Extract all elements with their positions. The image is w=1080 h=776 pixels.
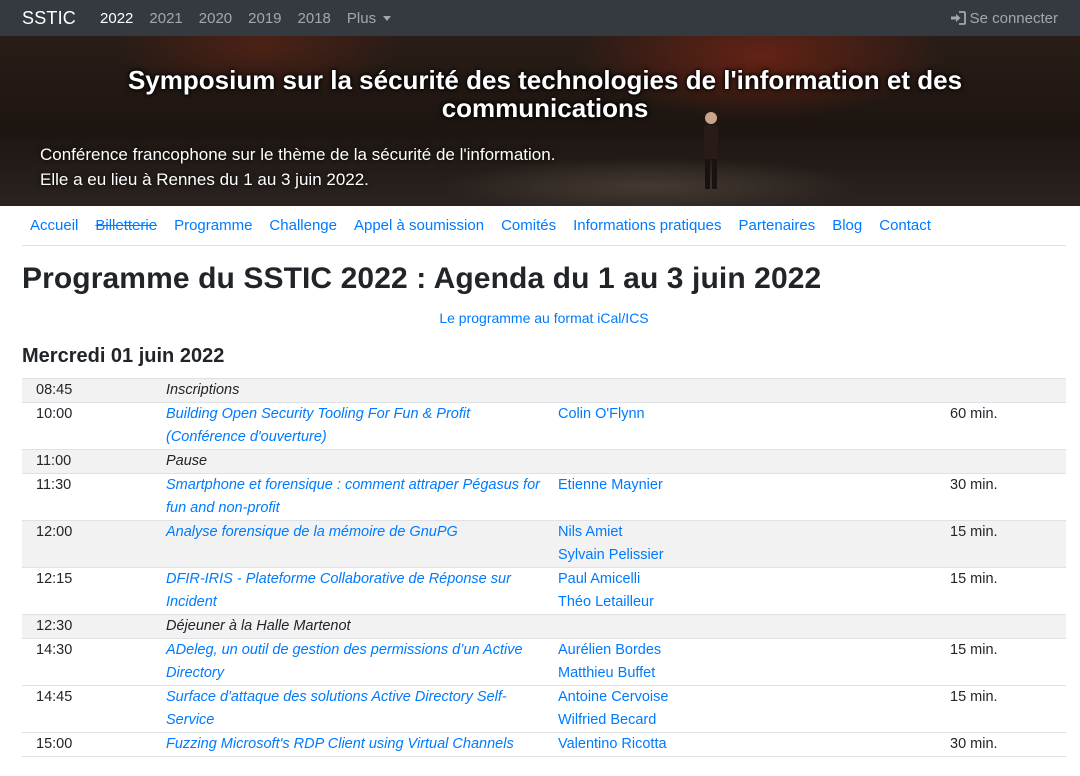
- session-title-link[interactable]: Fuzzing Microsoft's RDP Client using Vir…: [166, 733, 558, 756]
- speaker-link[interactable]: Etienne Maynier: [558, 474, 950, 497]
- nav-link-informations-pratiques[interactable]: Informations pratiques: [573, 217, 721, 234]
- table-row: 12:15 DFIR-IRIS - Plateforme Collaborati…: [22, 568, 1066, 615]
- ical-link-text[interactable]: Le programme au format iCal/ICS: [439, 310, 648, 326]
- speaker-link[interactable]: Antoine Cervoise: [558, 686, 950, 709]
- session-speakers: Paul Amicelli Théo Letailleur: [558, 568, 950, 614]
- session-duration: 30 min.: [950, 736, 998, 752]
- session-title: Pause: [166, 453, 208, 469]
- table-row: 11:00 Pause: [22, 450, 1066, 474]
- table-row: 14:45 Surface d'attaque des solutions Ac…: [22, 686, 1066, 733]
- session-title-link[interactable]: Smartphone et forensique : comment attra…: [166, 474, 558, 520]
- more-dropdown[interactable]: Plus: [346, 9, 392, 27]
- caret-down-icon: [383, 16, 392, 21]
- session-time: 11:00: [36, 453, 72, 469]
- speaker-link[interactable]: Paul Amicelli: [558, 568, 950, 591]
- hero-subtitle: Conférence francophone sur le thème de l…: [40, 142, 555, 192]
- speaker-silhouette: [704, 112, 718, 189]
- session-duration: 15 min.: [950, 571, 998, 587]
- table-row: 12:00 Analyse forensique de la mémoire d…: [22, 521, 1066, 568]
- nav-link-programme[interactable]: Programme: [174, 217, 252, 234]
- session-speakers: [558, 379, 950, 402]
- session-speakers: Aurélien Bordes Matthieu Buffet: [558, 639, 950, 685]
- session-time: 12:00: [36, 524, 73, 540]
- ical-link: Le programme au format iCal/ICS: [0, 310, 1080, 326]
- nav-link-appel-soumission[interactable]: Appel à soumission: [354, 217, 484, 234]
- session-time: 12:15: [36, 571, 73, 587]
- session-speakers: Antoine Cervoise Wilfried Becard: [558, 686, 950, 732]
- login-label: Se connecter: [969, 9, 1058, 27]
- hero-title: Symposium sur la sécurité des technologi…: [127, 65, 963, 123]
- session-title-link[interactable]: Surface d'attaque des solutions Active D…: [166, 686, 558, 732]
- nav-link-billetterie[interactable]: Billetterie: [95, 217, 157, 234]
- session-speakers: Etienne Maynier: [558, 474, 950, 520]
- session-speakers: Colin O'Flynn: [558, 403, 950, 449]
- speaker-link[interactable]: Nils Amiet: [558, 521, 950, 544]
- speaker-link[interactable]: Matthieu Buffet: [558, 662, 950, 685]
- year-link-2020[interactable]: 2020: [199, 10, 232, 27]
- section-nav: Accueil Billetterie Programme Challenge …: [22, 206, 1066, 246]
- table-row: 12:30 Déjeuner à la Halle Martenot: [22, 615, 1066, 639]
- session-speakers: Nils Amiet Sylvain Pelissier: [558, 521, 950, 567]
- top-navbar: SSTIC 2022 2021 2020 2019 2018 Plus Se c…: [0, 0, 1080, 36]
- session-duration: 15 min.: [950, 642, 998, 658]
- more-label: Plus: [346, 9, 377, 27]
- year-link-2021[interactable]: 2021: [149, 10, 182, 27]
- table-row: 14:30 ADeleg, un outil de gestion des pe…: [22, 639, 1066, 686]
- speaker-link[interactable]: Wilfried Becard: [558, 709, 950, 732]
- page-title: Programme du SSTIC 2022 : Agenda du 1 au…: [22, 262, 822, 295]
- table-row: 10:00 Building Open Security Tooling For…: [22, 403, 1066, 450]
- nav-link-contact[interactable]: Contact: [879, 217, 931, 234]
- session-time: 15:00: [36, 736, 73, 752]
- speaker-link[interactable]: Aurélien Bordes: [558, 639, 950, 662]
- nav-link-partenaires[interactable]: Partenaires: [739, 217, 816, 234]
- table-row: 11:30 Smartphone et forensique : comment…: [22, 474, 1066, 521]
- session-title-link[interactable]: ADeleg, un outil de gestion des permissi…: [166, 639, 558, 685]
- nav-link-comites[interactable]: Comités: [501, 217, 556, 234]
- session-speakers: [558, 615, 950, 638]
- speaker-link[interactable]: Colin O'Flynn: [558, 403, 950, 426]
- speaker-link[interactable]: Sylvain Pelissier: [558, 544, 950, 567]
- session-duration: 15 min.: [950, 689, 998, 705]
- session-time: 11:30: [36, 477, 72, 493]
- day-heading: Mercredi 01 juin 2022: [22, 345, 225, 367]
- speaker-link[interactable]: Valentino Ricotta: [558, 733, 950, 756]
- session-time: 14:45: [36, 689, 73, 705]
- session-title: Déjeuner à la Halle Martenot: [166, 618, 351, 634]
- session-time: 14:30: [36, 642, 73, 658]
- nav-link-challenge[interactable]: Challenge: [269, 217, 337, 234]
- session-time: 08:45: [36, 382, 73, 398]
- nav-link-accueil[interactable]: Accueil: [30, 217, 78, 234]
- brand-logo[interactable]: SSTIC: [22, 8, 76, 29]
- session-time: 10:00: [36, 406, 73, 422]
- login-link[interactable]: Se connecter: [950, 10, 1058, 27]
- hero-subtitle-line-1: Conférence francophone sur le thème de l…: [40, 145, 556, 164]
- session-duration: 15 min.: [950, 524, 998, 540]
- year-links: 2022 2021 2020 2019 2018 Plus: [100, 9, 392, 27]
- table-row: 15:00 Fuzzing Microsoft's RDP Client usi…: [22, 733, 1066, 757]
- table-row: 08:45 Inscriptions: [22, 379, 1066, 403]
- year-link-2022[interactable]: 2022: [100, 10, 133, 27]
- year-link-2019[interactable]: 2019: [248, 10, 281, 27]
- hero-subtitle-line-2: Elle a eu lieu à Rennes du 1 au 3 juin 2…: [40, 170, 369, 189]
- session-time: 12:30: [36, 618, 73, 634]
- session-duration: 60 min.: [950, 406, 998, 422]
- session-title-link[interactable]: Analyse forensique de la mémoire de GnuP…: [166, 521, 558, 567]
- session-duration: 30 min.: [950, 477, 998, 493]
- nav-link-blog[interactable]: Blog: [832, 217, 862, 234]
- schedule-table: 08:45 Inscriptions 10:00 Building Open S…: [22, 378, 1066, 757]
- year-link-2018[interactable]: 2018: [298, 10, 331, 27]
- hero-banner: Symposium sur la sécurité des technologi…: [0, 36, 1080, 206]
- speaker-link[interactable]: Théo Letailleur: [558, 591, 950, 614]
- session-speakers: Valentino Ricotta: [558, 733, 950, 756]
- sign-in-icon: [950, 11, 966, 25]
- session-speakers: [558, 450, 950, 473]
- session-title-link[interactable]: DFIR-IRIS - Plateforme Collaborative de …: [166, 568, 558, 614]
- session-title-link[interactable]: Building Open Security Tooling For Fun &…: [166, 403, 558, 449]
- session-title: Inscriptions: [166, 382, 240, 398]
